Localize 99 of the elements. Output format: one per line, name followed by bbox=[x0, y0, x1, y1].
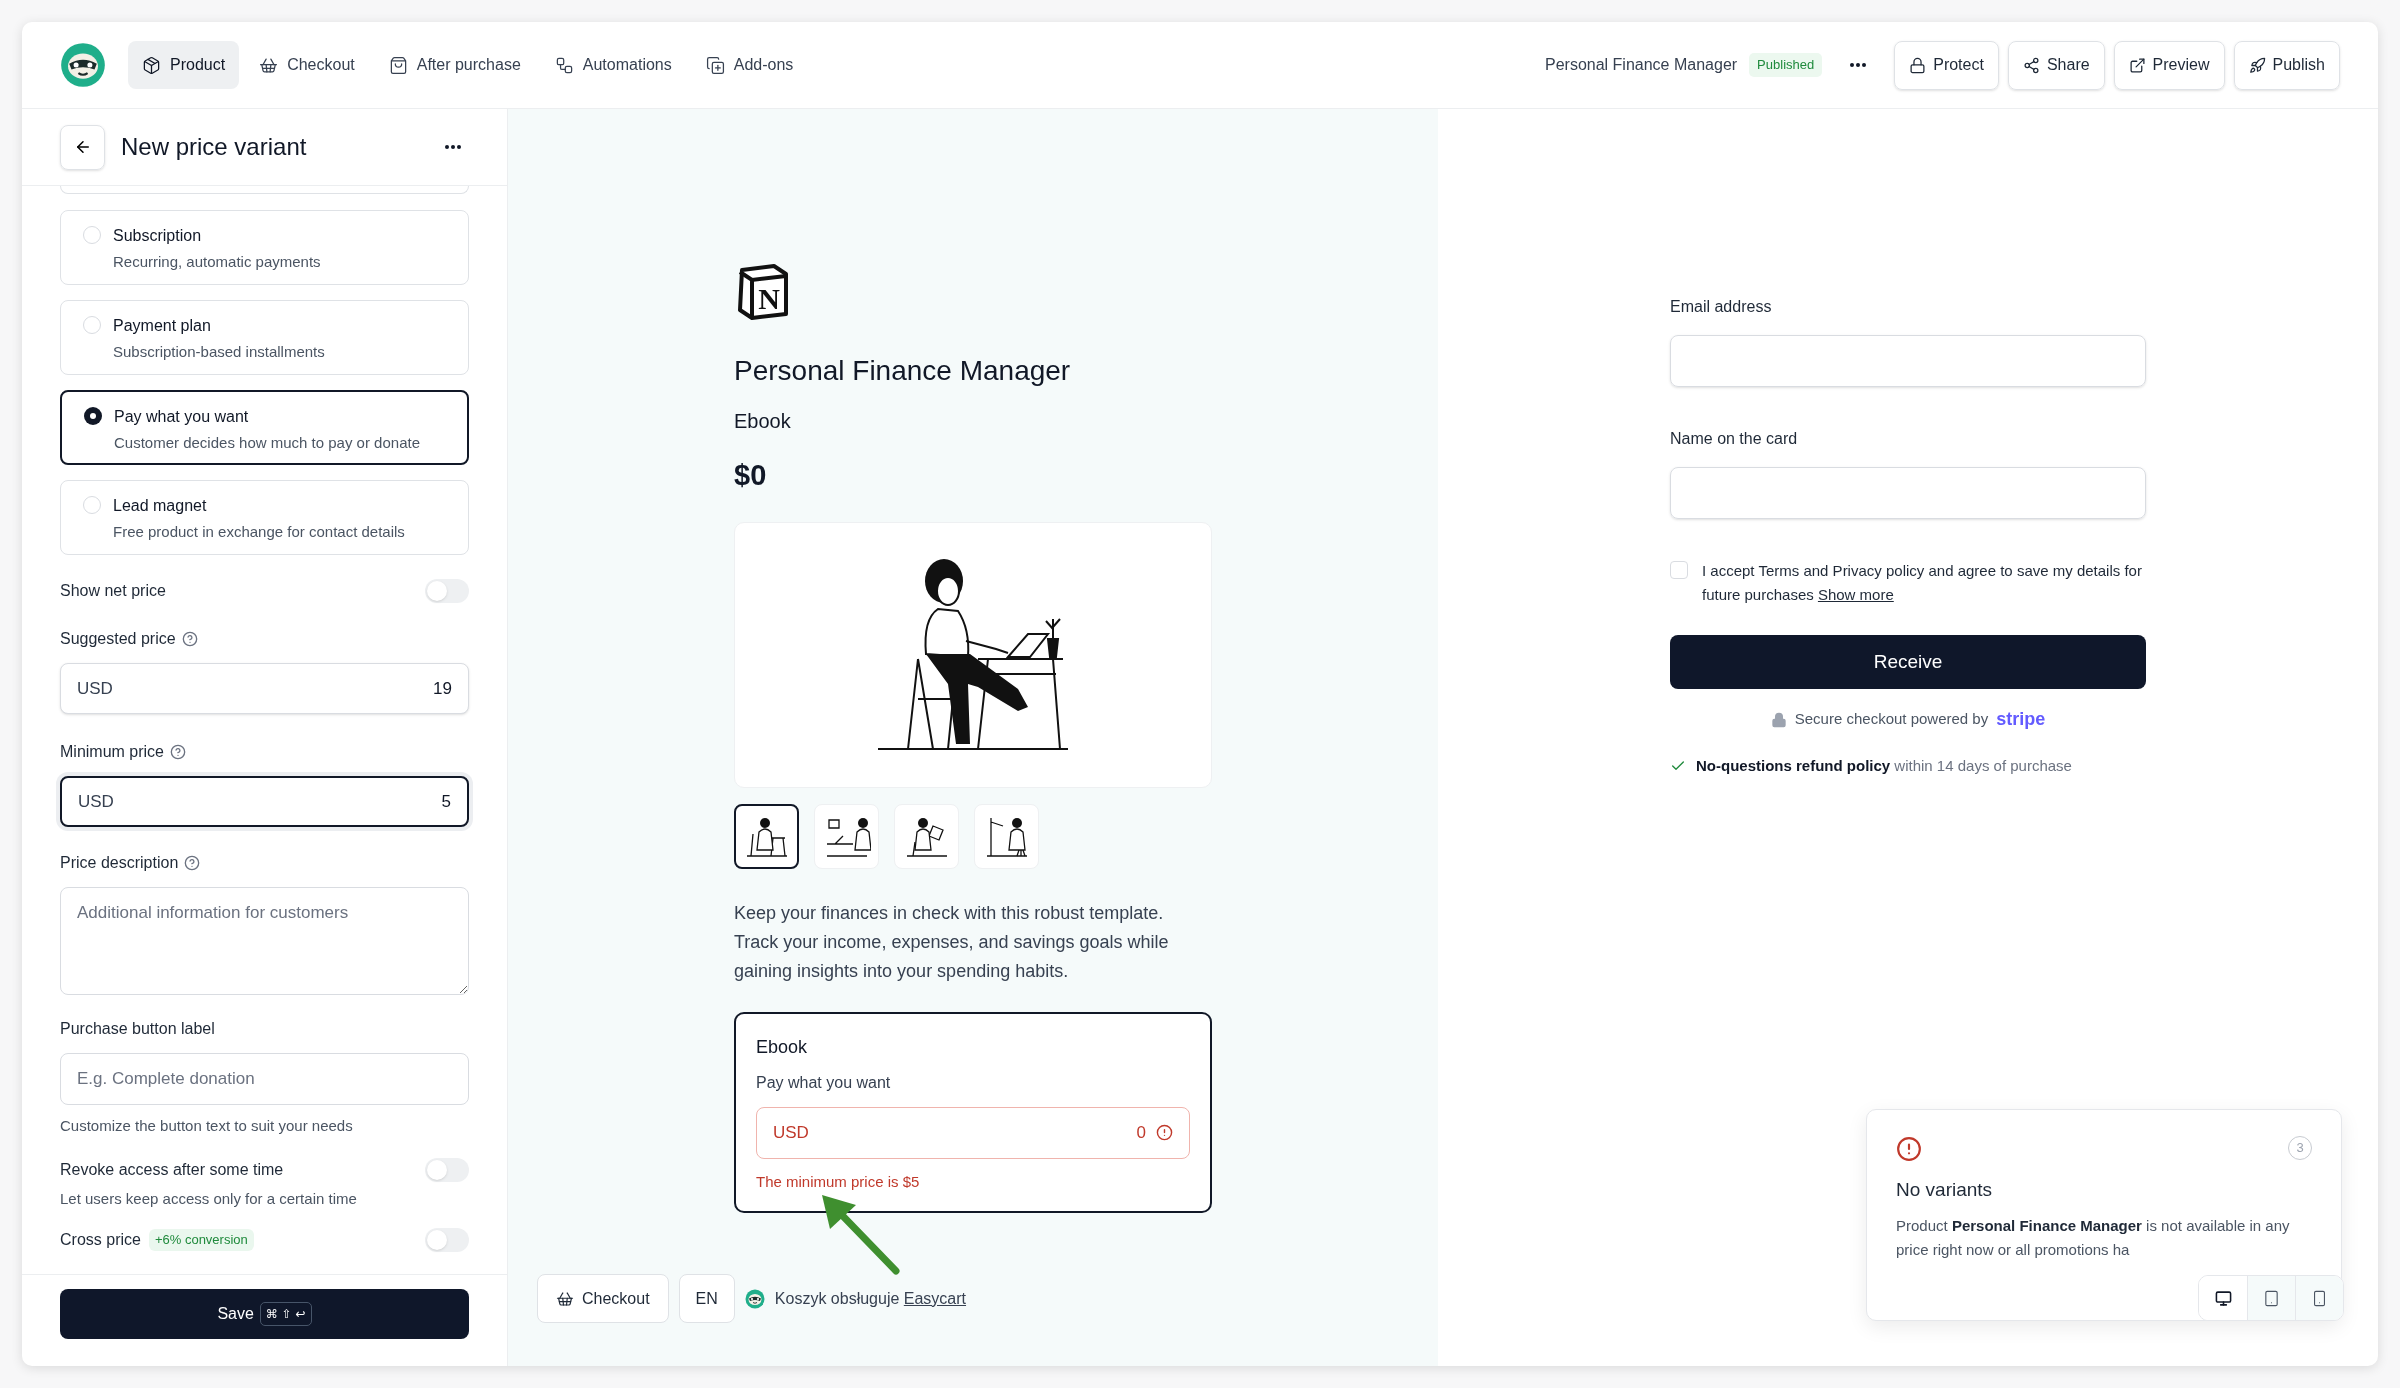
option-card[interactable]: Payment plan Subscription-based installments bbox=[60, 300, 469, 375]
price-value: 19 bbox=[433, 677, 452, 700]
toast-title: No variants bbox=[1896, 1177, 1994, 1202]
easycart-link[interactable]: Easycart bbox=[903, 1289, 967, 1307]
stripe-logo: stripe bbox=[1996, 708, 2046, 731]
lock-icon bbox=[1770, 711, 1787, 728]
field-label: Email address bbox=[1670, 297, 1773, 317]
app-logo bbox=[60, 42, 106, 88]
product-name: Personal Finance Manager bbox=[1545, 55, 1738, 75]
toolbar-button[interactable]: Share bbox=[2007, 40, 2105, 90]
button-label-field[interactable]: E.g. Complete donation bbox=[60, 1053, 469, 1105]
cart-logo bbox=[744, 1288, 765, 1309]
share-icon bbox=[2022, 56, 2040, 74]
mobile-icon bbox=[2311, 1289, 2328, 1307]
field-label: Price description bbox=[60, 853, 179, 873]
option-title: Pay what you want bbox=[114, 407, 250, 427]
nav-tab[interactable]: Automations bbox=[540, 41, 686, 89]
toast-message: Product Personal Finance Manager is not available in any price right now or all promotions ha bbox=[1896, 1216, 2291, 1260]
description-field[interactable]: Additional information for customers bbox=[60, 887, 469, 995]
language-button[interactable]: EN bbox=[678, 1274, 735, 1323]
option-title: Lead magnet bbox=[113, 496, 208, 516]
basket-icon bbox=[556, 1289, 574, 1308]
amount-field[interactable]: USD 0 bbox=[756, 1106, 1190, 1159]
package-icon bbox=[142, 55, 161, 75]
option-title: Payment plan bbox=[113, 316, 212, 336]
desktop-icon bbox=[2214, 1289, 2232, 1307]
option-description: Customer decides how much to pay or donate bbox=[114, 433, 420, 453]
help-icon[interactable] bbox=[184, 855, 201, 871]
option-title: Subscription bbox=[113, 226, 203, 246]
nav-tab[interactable]: Add-ons bbox=[691, 41, 808, 89]
more-icon bbox=[1850, 63, 1867, 67]
secure-note: Secure checkout powered by bbox=[1794, 709, 1989, 730]
thumbnail-button[interactable] bbox=[734, 803, 799, 869]
option-card[interactable]: Pay what you want Customer decides how much to pay or donate bbox=[60, 390, 469, 465]
conversion-badge: +6% conversion bbox=[148, 1229, 254, 1251]
option-description: Subscription-based installments bbox=[113, 342, 325, 362]
field-hint: Customize the button text to suit your needs bbox=[60, 1116, 354, 1136]
copy-plus-icon bbox=[705, 55, 725, 75]
field-label: Revoke access after some time bbox=[60, 1159, 284, 1180]
error-message: The minimum price is $5 bbox=[756, 1171, 921, 1192]
variant-name: Ebook bbox=[756, 1035, 809, 1059]
toolbar-button[interactable]: Preview bbox=[2113, 40, 2225, 90]
more-icon bbox=[445, 145, 461, 149]
currency-label: USD bbox=[78, 790, 114, 813]
toggle-switch[interactable] bbox=[425, 1228, 469, 1252]
toggle-switch[interactable] bbox=[425, 1157, 469, 1182]
bag-icon bbox=[388, 55, 408, 75]
product-type: Ebook bbox=[734, 409, 792, 434]
product-description: Keep your finances in check with this robust template. Track your income, expenses, and savings goals while gaining insights into your spending habits. bbox=[734, 901, 1170, 983]
powered-by-text: Koszyk obsługuje Easycart bbox=[774, 1288, 967, 1309]
status-badge: Published bbox=[1749, 53, 1823, 77]
field-label: Purchase button label bbox=[60, 1019, 215, 1039]
currency-label: USD bbox=[773, 1121, 809, 1144]
option-description: Free product in exchange for contact details bbox=[113, 522, 405, 542]
text-field[interactable] bbox=[1670, 467, 2146, 519]
nav-tab[interactable]: After purchase bbox=[374, 41, 535, 89]
tablet-icon bbox=[2263, 1289, 2280, 1307]
back-button[interactable] bbox=[60, 124, 105, 170]
alert-icon bbox=[1896, 1135, 1922, 1162]
help-icon[interactable] bbox=[181, 631, 198, 647]
field-label: Name on the card bbox=[1670, 429, 1799, 449]
product-title: Personal Finance Manager bbox=[734, 354, 1072, 388]
external-link-icon bbox=[2128, 56, 2146, 74]
refund-policy: No-questions refund policy within 14 days of purchase bbox=[1696, 756, 2072, 776]
receive-button[interactable]: Receive bbox=[1670, 635, 2146, 689]
consent-text: I accept Terms and Privacy policy and agree to save my details for future purchases Show more bbox=[1702, 561, 2143, 605]
show-more-link[interactable]: Show more bbox=[1817, 586, 1894, 603]
amount-value: 0 bbox=[1136, 1121, 1146, 1144]
error-icon bbox=[1156, 1124, 1173, 1141]
field-label: Cross price bbox=[60, 1230, 141, 1250]
radio-button[interactable] bbox=[84, 407, 102, 425]
price-field[interactable]: USD 19 bbox=[60, 663, 469, 714]
nav-tab[interactable]: Checkout bbox=[245, 41, 369, 89]
field-label: Minimum price bbox=[60, 742, 164, 762]
help-icon[interactable] bbox=[170, 744, 186, 760]
price-value: 5 bbox=[441, 790, 451, 813]
save-button[interactable]: Save ⌘ ⇧ ↩ bbox=[60, 1289, 469, 1339]
product-price: $0 bbox=[734, 458, 768, 493]
toolbar-button[interactable]: Publish bbox=[2233, 40, 2340, 90]
rocket-icon bbox=[2248, 56, 2266, 74]
field-label: Suggested price bbox=[60, 629, 176, 649]
workflow-icon bbox=[554, 55, 574, 75]
shortcut-keys: ⌘ ⇧ ↩ bbox=[259, 1302, 312, 1326]
toggle-switch[interactable] bbox=[425, 579, 469, 603]
currency-label: USD bbox=[77, 677, 113, 700]
option-description: Recurring, automatic payments bbox=[113, 252, 321, 272]
field-hint: Let users keep access only for a certain time bbox=[60, 1188, 358, 1209]
panel-title: New price variant bbox=[121, 132, 307, 162]
variant-type: Pay what you want bbox=[756, 1072, 892, 1093]
option-card[interactable]: Subscription Recurring, automatic payments bbox=[60, 210, 469, 285]
nav-tab[interactable]: Product bbox=[128, 41, 240, 89]
checkbox[interactable] bbox=[1670, 561, 1688, 579]
field-label: Show net price bbox=[60, 581, 166, 601]
lock-icon bbox=[1909, 56, 1927, 74]
checkout-button[interactable]: Checkout bbox=[537, 1274, 669, 1323]
text-field[interactable] bbox=[1670, 335, 2146, 387]
device-button[interactable] bbox=[2295, 1276, 2343, 1320]
option-card[interactable]: Lead magnet Free product in exchange for contact details bbox=[60, 480, 469, 555]
toolbar-button[interactable]: Protect bbox=[1894, 40, 1999, 90]
